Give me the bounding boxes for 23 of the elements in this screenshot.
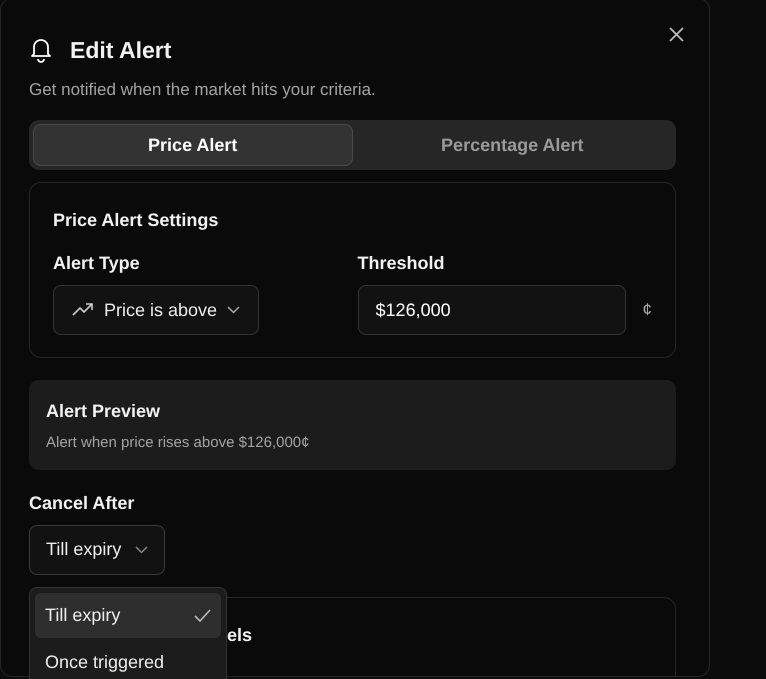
menu-item[interactable]: Once triggered — [35, 640, 221, 679]
unit-label: ¢ — [642, 299, 652, 322]
cancel-after-select[interactable]: Till expiry — [29, 524, 166, 574]
bell-icon — [29, 37, 53, 64]
tab[interactable]: Percentage Alert — [352, 124, 672, 166]
field-label: Threshold — [358, 252, 446, 275]
card-title: els — [227, 624, 252, 646]
chevron-icon — [135, 546, 148, 554]
panel-title: Price Alert Settings — [53, 209, 220, 232]
field-label: Alert Type — [53, 252, 141, 275]
menu-item[interactable]: Till expiry — [35, 593, 221, 638]
threshold-input[interactable]: $126,000 — [358, 285, 626, 335]
trend-up-icon — [72, 303, 94, 317]
field-label: Cancel After — [29, 492, 136, 514]
chevron-icon — [227, 306, 240, 314]
dialog-title: Edit Alert — [70, 36, 172, 65]
dialog-subtitle: Get notified when the market hits your criteria. — [29, 78, 377, 100]
tab[interactable]: Price Alert — [33, 124, 352, 166]
preview-text: Alert when price rises above $126,000¢ — [46, 433, 310, 453]
preview-title: Alert Preview — [46, 400, 162, 423]
check-icon — [194, 609, 211, 622]
close-icon[interactable] — [667, 25, 686, 44]
alert-type-select[interactable]: Price is above — [53, 285, 260, 335]
